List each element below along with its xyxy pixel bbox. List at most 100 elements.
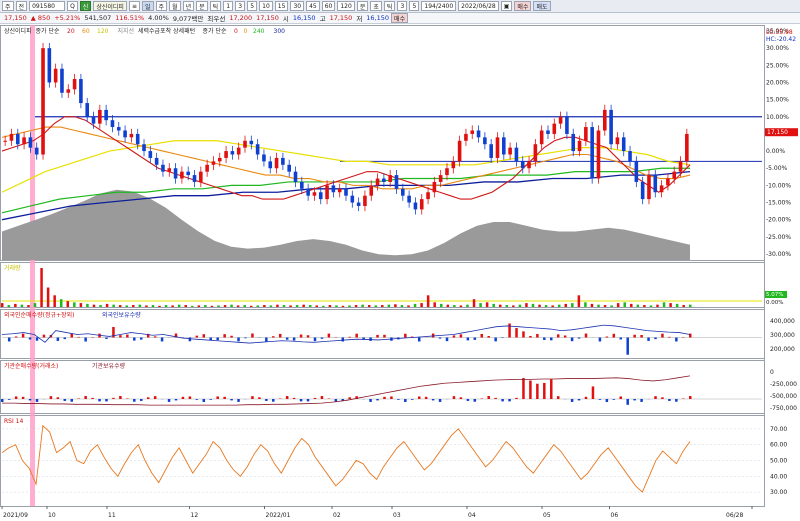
main-legend-item-5: 지지선 bbox=[118, 27, 135, 35]
inst-bar bbox=[174, 399, 178, 401]
toolbar-item-17[interactable]: 15 bbox=[274, 1, 289, 11]
main-legend-item-9: 0 bbox=[244, 28, 248, 35]
toolbar-item-24[interactable]: 틱 bbox=[383, 1, 396, 11]
toolbar-item-25[interactable]: 3 bbox=[397, 1, 408, 11]
toolbar-item-18[interactable]: 30 bbox=[290, 1, 305, 11]
info-bar: 17,150 ▲ 850 +5.21% 541,507 116.51% 4.00… bbox=[0, 13, 800, 24]
best-price-label: 최우선 bbox=[207, 15, 226, 23]
rsi-axis-label: 70.00 bbox=[770, 426, 787, 433]
inst-bar bbox=[369, 399, 372, 402]
toolbar-item-8[interactable]: 주 bbox=[155, 1, 168, 11]
candle bbox=[180, 171, 184, 179]
date-axis-label: 06/28 bbox=[726, 512, 743, 519]
main-legend-item-7: 종가 단순 bbox=[203, 27, 227, 35]
volume-pct2-label: 0.00% bbox=[766, 300, 783, 306]
candle bbox=[476, 130, 481, 138]
price-axis-label: 25.00% bbox=[766, 62, 789, 69]
toolbar-item-23[interactable]: 초 bbox=[370, 1, 382, 11]
toolbar-item-13[interactable]: 1 bbox=[223, 1, 234, 11]
toolbar-item-9[interactable]: 월 bbox=[169, 1, 181, 11]
toolbar-item-14[interactable]: 3 bbox=[235, 1, 246, 11]
volume-rate: 116.51% bbox=[115, 14, 145, 22]
inst-bar bbox=[431, 399, 435, 401]
toolbar-item-4[interactable]: 신 bbox=[79, 1, 92, 11]
foreign-bar bbox=[202, 334, 206, 338]
foreign-bar bbox=[438, 337, 442, 339]
foreign-bar bbox=[28, 337, 32, 340]
main-legend-item-11: 300 bbox=[274, 28, 286, 35]
toolbar-item-28[interactable]: 2022/06/28 bbox=[458, 1, 499, 11]
candle bbox=[236, 147, 241, 155]
toolbar-item-20[interactable]: 60 bbox=[321, 1, 336, 11]
inst-bar bbox=[313, 397, 317, 399]
toolbar-item-12[interactable]: 틱 bbox=[209, 1, 222, 11]
candle bbox=[369, 185, 374, 196]
toolbar-item-10[interactable]: 년 bbox=[182, 1, 195, 11]
inst-axis-label: -250,000 bbox=[770, 381, 797, 388]
toolbar-item-21[interactable]: 120 bbox=[337, 1, 355, 11]
foreign-bar bbox=[223, 334, 226, 338]
volume-bar bbox=[485, 302, 489, 307]
toolbar-item-19[interactable]: 45 bbox=[306, 1, 320, 11]
inst-bar bbox=[522, 378, 525, 399]
toolbar-item-11[interactable]: 분 bbox=[196, 1, 208, 11]
main-legend-item-6: 세력수급포착 상세패턴 bbox=[138, 27, 195, 35]
volume-bar bbox=[73, 302, 76, 307]
volume-bar bbox=[538, 304, 541, 307]
buy-button[interactable]: 매수 bbox=[391, 13, 409, 23]
foreign-bar bbox=[675, 337, 678, 342]
inst-bar bbox=[1, 399, 4, 402]
volume-bar bbox=[112, 304, 115, 307]
candle bbox=[22, 137, 26, 145]
foreign-bar bbox=[383, 334, 386, 338]
toolbar-item-1[interactable]: 전 bbox=[15, 1, 28, 11]
candle bbox=[647, 175, 651, 200]
inst-bar bbox=[139, 399, 143, 401]
toolbar-item-30[interactable]: 매수 bbox=[514, 1, 532, 11]
foreign-bar bbox=[348, 336, 351, 338]
candle bbox=[230, 151, 235, 155]
foreign-bar bbox=[299, 334, 303, 338]
foreign-bar bbox=[661, 333, 664, 338]
rsi-axis-label: 40.00 bbox=[770, 473, 787, 480]
toolbar-item-5[interactable]: 상신이디피 bbox=[93, 1, 127, 11]
candle bbox=[9, 133, 14, 141]
foreign-bar bbox=[306, 335, 310, 338]
candle bbox=[28, 137, 33, 148]
toolbar-item-16[interactable]: 10 bbox=[259, 1, 273, 11]
toolbar-item-3[interactable]: Q bbox=[67, 1, 78, 11]
volume-bar bbox=[328, 305, 332, 307]
foreign-bar bbox=[369, 337, 372, 341]
toolbar-item-29[interactable]: ▣ bbox=[500, 1, 513, 11]
toolbar-item-22[interactable]: 분 bbox=[356, 1, 369, 11]
volume-bar bbox=[164, 305, 168, 307]
volume-bar bbox=[544, 305, 548, 307]
stock-chart[interactable]: 35.00%30.00%25.00%20.00%15.00%10.00%5.00… bbox=[0, 25, 800, 521]
foreign-bar bbox=[42, 334, 46, 338]
inst-bar bbox=[153, 396, 157, 399]
toolbar-item-0[interactable]: 주 bbox=[2, 1, 14, 11]
inst-bar bbox=[35, 399, 39, 402]
candle bbox=[401, 188, 405, 196]
inst-bar bbox=[633, 399, 636, 401]
date-axis-label: 02 bbox=[333, 512, 341, 519]
toolbar-item-27[interactable]: 194/2400 bbox=[421, 1, 457, 11]
candle bbox=[173, 168, 178, 179]
candle bbox=[53, 68, 58, 83]
candle bbox=[142, 144, 146, 152]
inst-bar bbox=[452, 396, 456, 399]
toolbar-item-7[interactable]: 일 bbox=[141, 1, 154, 11]
date-axis-label: 06 bbox=[611, 512, 619, 519]
foreign-bar bbox=[529, 335, 532, 338]
toolbar-item-6[interactable]: ≡ bbox=[128, 1, 140, 11]
inst-bar bbox=[570, 399, 574, 402]
toolbar-item-31[interactable]: 매도 bbox=[533, 1, 551, 11]
volume-bar bbox=[643, 305, 646, 307]
toolbar-item-15[interactable]: 5 bbox=[247, 1, 258, 11]
toolbar-item-26[interactable]: 5 bbox=[409, 1, 420, 11]
open-price: 16,150 bbox=[292, 14, 316, 22]
toolbar-item-2[interactable]: 091580 bbox=[29, 1, 66, 11]
candle bbox=[501, 137, 506, 155]
candle bbox=[520, 161, 525, 169]
candle bbox=[382, 178, 386, 182]
